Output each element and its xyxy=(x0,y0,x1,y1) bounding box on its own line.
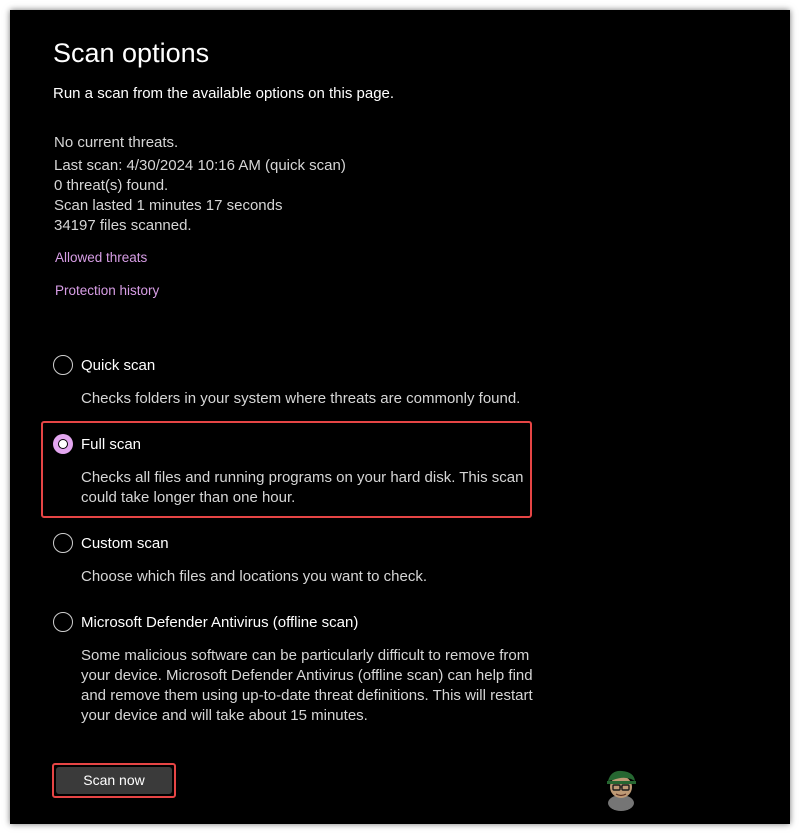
page-title: Scan options xyxy=(53,38,210,68)
custom-scan-radio[interactable] xyxy=(53,533,73,553)
threat-state-text: No current threats. xyxy=(54,134,179,151)
protection-history-link[interactable]: Protection history xyxy=(55,282,159,300)
appuals-mascot-icon xyxy=(607,770,636,811)
offline-scan-description: Some malicious software can be particula… xyxy=(81,647,533,724)
scan-now-button[interactable]: Scan now xyxy=(56,767,172,794)
full-scan-description: Checks all files and running programs on… xyxy=(81,469,524,506)
full-scan-radio[interactable] xyxy=(53,434,73,454)
custom-scan-description: Choose which files and locations you wan… xyxy=(81,568,428,585)
offline-scan-label[interactable]: Microsoft Defender Antivirus (offline sc… xyxy=(81,613,358,633)
quick-scan-description: Checks folders in your system where thre… xyxy=(81,390,521,407)
scan-status: No current threats. Last scan: 4/30/2024… xyxy=(54,133,346,236)
threats-found-text: 0 threat(s) found. xyxy=(54,177,169,194)
full-scan-label[interactable]: Full scan xyxy=(81,435,141,455)
quick-scan-label[interactable]: Quick scan xyxy=(81,356,155,376)
quick-scan-radio[interactable] xyxy=(53,355,73,375)
last-scan-text: Last scan: 4/30/2024 10:16 AM (quick sca… xyxy=(54,157,346,174)
page-subtitle: Run a scan from the available options on… xyxy=(53,85,395,102)
scan-duration-text: Scan lasted 1 minutes 17 seconds xyxy=(54,197,283,214)
allowed-threats-link[interactable]: Allowed threats xyxy=(55,249,147,267)
files-scanned-text: 34197 files scanned. xyxy=(54,217,192,234)
offline-scan-radio[interactable] xyxy=(53,612,73,632)
custom-scan-label[interactable]: Custom scan xyxy=(81,534,169,554)
